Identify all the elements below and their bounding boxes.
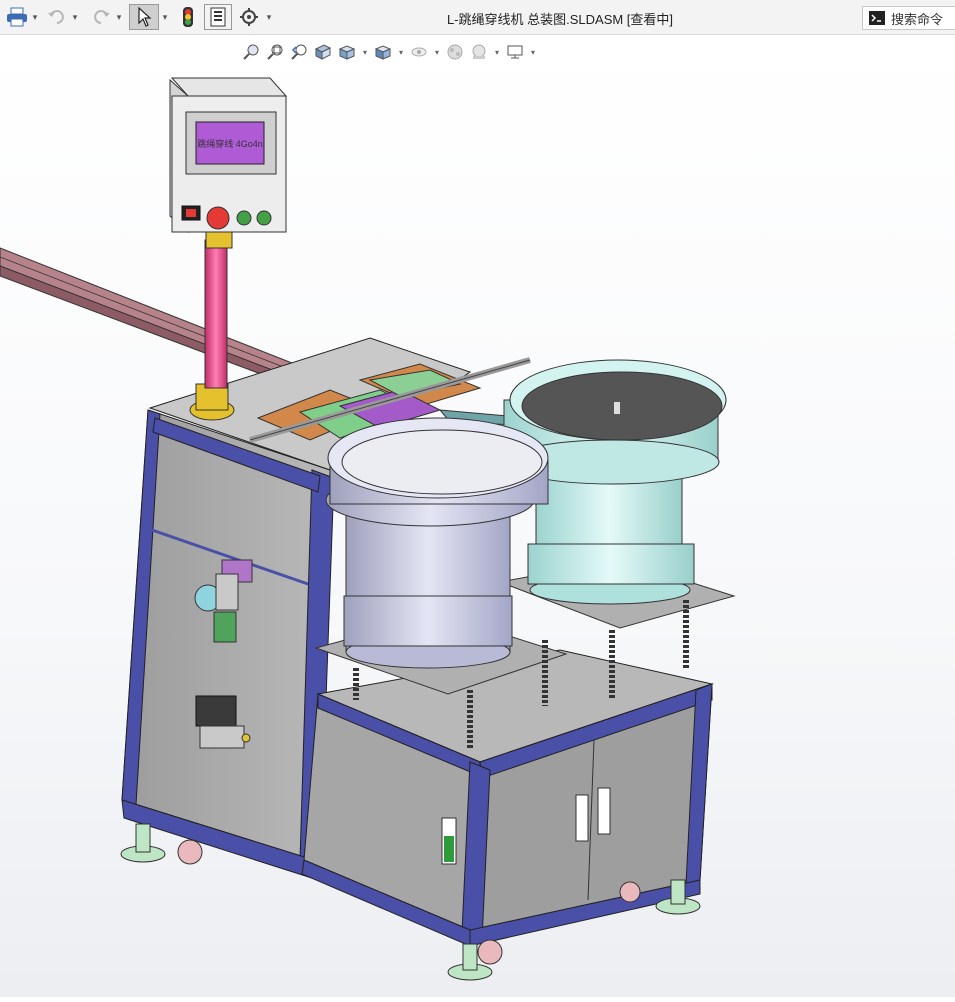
view-orientation-icon <box>338 45 356 60</box>
redo-dropdown[interactable]: ▾ <box>114 4 124 30</box>
hide-show-dropdown[interactable]: ▾ <box>432 48 442 57</box>
apply-scene-dropdown[interactable]: ▾ <box>492 48 502 57</box>
previous-view-button[interactable] <box>288 40 310 64</box>
redo-button[interactable] <box>88 4 114 30</box>
view-settings-dropdown[interactable]: ▾ <box>528 48 538 57</box>
hide-show-button[interactable] <box>408 40 430 64</box>
section-view-button[interactable] <box>312 40 334 64</box>
search-commands-field[interactable]: 搜索命令 <box>862 6 955 30</box>
right-cabinet <box>301 649 714 947</box>
cabinet-handle-right <box>597 787 611 835</box>
hmi-control-box[interactable]: 跳绳穿线 4Go4n <box>169 77 288 234</box>
undo-dropdown[interactable]: ▾ <box>70 4 80 30</box>
heads-up-view-toolbar: ▾ ▾ ▾ ▾ ▾ <box>240 38 538 66</box>
emergency-stop-button[interactable] <box>206 206 230 230</box>
view-orientation-dropdown[interactable]: ▾ <box>360 48 370 57</box>
print-button[interactable] <box>2 4 32 30</box>
search-commands-label: 搜索命令 <box>891 11 944 27</box>
redo-icon <box>94 10 110 24</box>
hide-show-icon <box>411 47 427 57</box>
view-settings-button[interactable] <box>504 40 526 64</box>
file-properties-button[interactable] <box>204 4 232 30</box>
undo-icon <box>48 10 64 24</box>
view-orientation-button[interactable] <box>336 40 358 64</box>
select-button[interactable] <box>129 4 159 30</box>
apply-scene-icon <box>472 44 486 59</box>
edit-appearance-icon <box>447 44 463 60</box>
view-settings-icon <box>507 45 523 59</box>
document-title: L-跳绳穿线机 总装图.SLDASM [查看中] <box>446 12 674 27</box>
display-style-icon <box>374 45 392 60</box>
options-dropdown[interactable]: ▾ <box>264 4 274 30</box>
edit-appearance-button[interactable] <box>444 40 466 64</box>
start-button[interactable] <box>236 210 252 226</box>
undo-button[interactable] <box>44 4 70 30</box>
zoom-to-area-button[interactable] <box>264 40 286 64</box>
rebuild-icon <box>183 7 193 27</box>
print-icon <box>7 7 27 27</box>
rebuild-button[interactable] <box>176 4 200 30</box>
zoom-to-area-icon <box>267 44 283 60</box>
green-button-2[interactable] <box>256 210 272 226</box>
zoom-to-fit-button[interactable] <box>240 40 262 64</box>
options-icon <box>240 8 258 26</box>
previous-view-icon <box>291 44 307 60</box>
cabinet-handle-left <box>575 794 589 842</box>
select-icon <box>138 7 152 27</box>
apply-scene-button[interactable] <box>468 40 490 64</box>
title-bar: ▾ ▾ ▾ ▾ ▾ L-跳绳穿线机 总装图.SLDASM [查看中] 搜索命令 <box>0 0 955 35</box>
assembly-model[interactable]: 跳绳穿线 4Go4n <box>0 35 955 997</box>
file-properties-icon <box>210 7 226 27</box>
options-button[interactable] <box>236 4 262 30</box>
display-style-button[interactable] <box>372 40 394 64</box>
print-dropdown[interactable]: ▾ <box>30 4 40 30</box>
section-view-icon <box>314 44 332 60</box>
hmi-screen-text: 跳绳穿线 4Go4n <box>197 138 263 149</box>
select-dropdown[interactable]: ▾ <box>160 4 170 30</box>
graphics-area[interactable]: 跳绳穿线 4Go4n <box>0 35 955 997</box>
zoom-to-fit-icon <box>243 44 259 60</box>
display-style-dropdown[interactable]: ▾ <box>396 48 406 57</box>
command-prompt-icon <box>869 11 885 25</box>
